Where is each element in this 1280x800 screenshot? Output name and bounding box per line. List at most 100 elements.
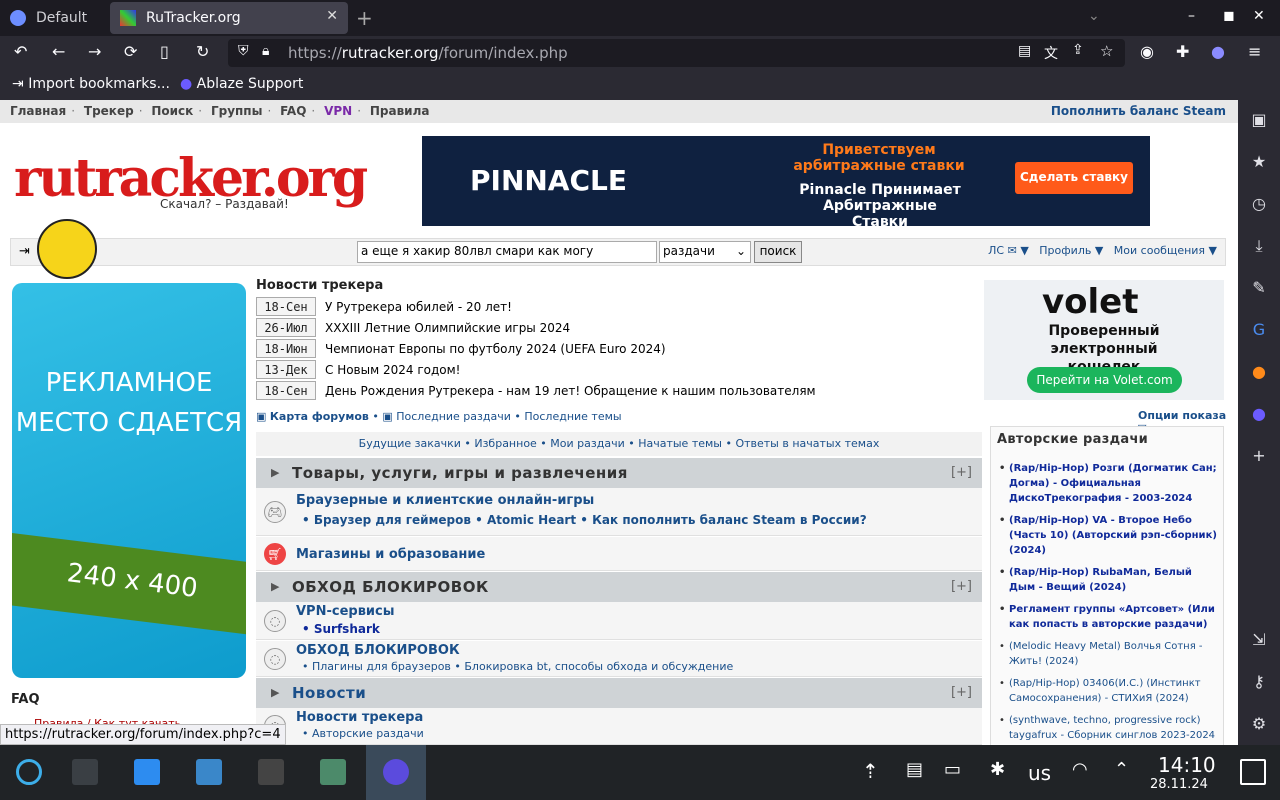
list-item[interactable]: (Rap/Hip-Hop) VA - Второе Небо (Часть 10… (999, 513, 1221, 558)
download-icon[interactable]: ⤓ (1249, 236, 1269, 256)
list-item[interactable]: Регламент группы «Артсовет» (Или как поп… (999, 602, 1221, 632)
file-manager-icon[interactable] (196, 759, 222, 785)
search-input[interactable]: а еще я хакир 80лвл смари как могу (357, 241, 657, 263)
category-title[interactable]: Товары, услуги, игры и развлечения (292, 464, 628, 482)
forum-map-link[interactable]: Карта форумов (270, 410, 369, 423)
list-item[interactable]: (synthwave, techno, progressive rock) ta… (999, 713, 1221, 745)
search-category-select[interactable]: раздачи ⌄ (659, 241, 751, 263)
profile-link[interactable]: Профиль ▼ (1039, 244, 1103, 257)
clock-time[interactable]: 14:10 (1158, 753, 1216, 777)
star-icon[interactable]: ★ (1249, 152, 1269, 172)
latest-topics-link[interactable]: Последние темы (524, 410, 621, 423)
wifi-icon[interactable]: ◠ (1072, 759, 1088, 780)
sync-icon[interactable]: ⟳ (124, 42, 137, 61)
category-header[interactable]: ▶ Товары, услуги, игры и развлечения [+] (256, 458, 982, 488)
bluetooth-icon[interactable]: ✱ (990, 759, 1005, 780)
translate-icon[interactable]: 文 (1044, 43, 1058, 63)
forward-icon[interactable]: → (88, 42, 101, 61)
keyboard-layout[interactable]: us (1028, 761, 1051, 785)
show-desktop-icon[interactable] (1240, 759, 1266, 785)
share-icon[interactable]: ⇪ (1072, 42, 1084, 58)
reload-icon[interactable]: ↻ (196, 42, 209, 61)
import-bookmarks[interactable]: ⇥ Import bookmarks... (12, 76, 170, 92)
sidebar-toggle-icon[interactable]: ▯ (160, 42, 169, 61)
news-text[interactable]: С Новым 2024 годом! (325, 363, 460, 377)
list-item[interactable]: (Rap/Hip-Hop) Розги (Догматик Сан; Догма… (999, 461, 1221, 506)
category-title[interactable]: ОБХОД БЛОКИРОВОК (292, 578, 489, 596)
avatar[interactable] (37, 219, 97, 279)
list-item[interactable]: (Rap/Hip-Hop) RыbaMan, Белый Дым - Вещий… (999, 565, 1221, 595)
url-text[interactable]: https://rutracker.org/forum/index.php (288, 44, 568, 62)
subforum-links[interactable]: • Surfshark (302, 622, 380, 636)
subforum-links[interactable]: • Плагины для браузеров • Блокировка bt,… (302, 660, 733, 673)
tab-rutracker[interactable]: RuTracker.org ✕ (110, 2, 348, 34)
news-text[interactable]: Чемпионат Европы по футболу 2024 (UEFA E… (325, 342, 666, 356)
browser-icon[interactable] (383, 759, 409, 785)
tab-default[interactable]: Default (0, 0, 108, 36)
profile-avatar-icon[interactable]: ● (1211, 42, 1225, 61)
minimize-icon[interactable]: – (1188, 8, 1195, 24)
forum-name[interactable]: Новости трекера (296, 710, 423, 725)
close-window-icon[interactable]: ✕ (1253, 8, 1265, 24)
forum-row[interactable]: ◌ ОБХОД БЛОКИРОВОК • Плагины для браузеров… (256, 641, 982, 677)
translate-icon[interactable]: G (1249, 320, 1269, 340)
expand-toggle[interactable]: [+] (951, 579, 972, 594)
tab-list-icon[interactable]: ⌄ (1088, 8, 1100, 24)
category-title[interactable]: Новости (292, 684, 366, 702)
nav-tracker[interactable]: Трекер (84, 104, 134, 118)
forum-row[interactable]: 🎮︎ Браузерные и клиентские онлайн-игры • Б… (256, 488, 982, 536)
history-icon[interactable]: ◷ (1249, 194, 1269, 214)
forum-name[interactable]: ОБХОД БЛОКИРОВОК (296, 643, 460, 658)
banner-button[interactable]: Сделать ставку (1015, 162, 1133, 194)
volet-button[interactable]: Перейти на Volet.com (1027, 367, 1182, 393)
image-viewer-icon[interactable] (320, 759, 346, 785)
launcher-icon[interactable] (16, 759, 42, 785)
key-icon[interactable]: ⚷ (1249, 672, 1269, 692)
menu-icon[interactable]: ≡ (1248, 42, 1261, 61)
url-bar[interactable]: ⛨ 🔒︎ https://rutracker.org/forum/index.p… (228, 39, 1125, 67)
expand-toggle[interactable]: [+] (951, 465, 972, 480)
battery-icon[interactable]: ▭ (944, 759, 961, 780)
news-text[interactable]: У Рутрекера юбилей - 20 лет! (325, 300, 512, 314)
back-icon[interactable]: ← (52, 42, 65, 61)
settings-icon[interactable] (72, 759, 98, 785)
category-header[interactable]: ▶ Новости [+] (256, 678, 982, 708)
clock-date[interactable]: 28.11.24 (1150, 777, 1208, 792)
nav-vpn[interactable]: VPN (324, 104, 352, 118)
forum-row[interactable]: ◌ VPN-сервисы • Surfshark (256, 602, 982, 640)
pen-icon[interactable]: ✎ (1249, 278, 1269, 298)
forum-name[interactable]: Магазины и образование (296, 547, 485, 562)
volet-ad[interactable]: volet Проверенный электронный кошелек Пе… (984, 280, 1224, 400)
forum-name[interactable]: VPN-сервисы (296, 604, 395, 619)
news-row[interactable]: 18-Сен У Рутрекера юбилей - 20 лет! (256, 297, 976, 317)
news-row[interactable]: 18-Сен День Рождения Рутрекера - нам 19 л… (256, 381, 976, 401)
nav-main[interactable]: Главная (10, 104, 66, 118)
new-tab-icon[interactable]: + (356, 6, 373, 30)
my-messages-link[interactable]: Мои сообщения ▼ (1114, 244, 1217, 257)
ablaze-support[interactable]: ● Ablaze Support (180, 76, 303, 92)
subforum-links[interactable]: • Авторские раздачи (302, 727, 424, 740)
list-item[interactable]: (Melodic Heavy Metal) Волчья Сотня - Жит… (999, 639, 1221, 669)
list-item[interactable]: (Rap/Hip-Hop) 03406(И.С.) (Инстинкт Само… (999, 676, 1221, 706)
category-header[interactable]: ▶ ОБХОД БЛОКИРОВОК [+] (256, 572, 982, 602)
store-icon[interactable] (134, 759, 160, 785)
reader-view-icon[interactable]: ▤ (1018, 43, 1031, 59)
collapse-triangle-icon[interactable]: ▶ (271, 466, 279, 479)
collapse-triangle-icon[interactable]: ▶ (271, 686, 279, 699)
maximize-icon[interactable]: ◼ (1223, 8, 1235, 24)
exit-icon[interactable]: ⇲ (1249, 630, 1269, 650)
latest-releases-link[interactable]: Последние раздачи (396, 410, 511, 423)
close-tab-icon[interactable]: ✕ (326, 8, 338, 24)
forum-name[interactable]: Браузерные и клиентские онлайн-игры (296, 493, 594, 508)
left-ad-banner[interactable]: РЕКЛАМНОЕ МЕСТО СДАЕТСЯ 240 x 400 (12, 283, 246, 678)
news-text[interactable]: День Рождения Рутрекера - нам 19 лет! Об… (325, 384, 816, 398)
shield-icon[interactable]: ⛨ (238, 43, 249, 59)
collapse-triangle-icon[interactable]: ▶ (271, 580, 279, 593)
network-status-icon[interactable]: ⇡ (862, 759, 879, 783)
forum-quick-links[interactable]: Будущие закачки • Избранное • Мои раздач… (256, 432, 982, 456)
nav-groups[interactable]: Группы (211, 104, 263, 118)
nav-search[interactable]: Поиск (151, 104, 193, 118)
pinnacle-banner[interactable]: PINNACLE Приветствуем арбитражные ставки… (422, 136, 1150, 230)
news-text[interactable]: XXXIII Летние Олимпийские игры 2024 (325, 321, 570, 335)
bookmark-star-icon[interactable]: ☆ (1100, 42, 1113, 60)
